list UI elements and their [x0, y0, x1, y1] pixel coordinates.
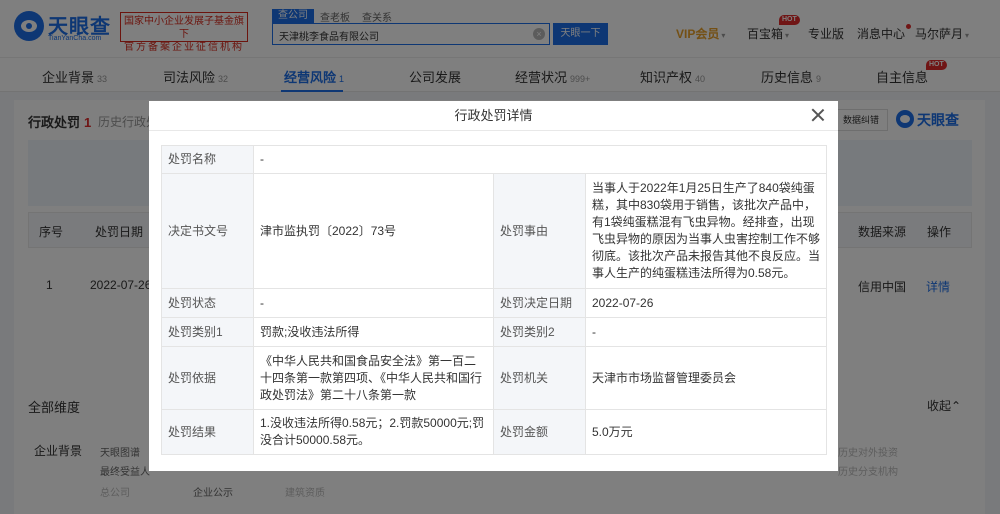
penalty-detail-modal: 行政处罚详情 处罚名称 - 决定书文号 津市监执罚〔2022〕73号 处罚事由 …: [149, 101, 838, 471]
field-label: 处罚决定日期: [493, 288, 586, 318]
modal-title: 行政处罚详情: [149, 101, 838, 131]
detail-row: 处罚结果 1.没收违法所得0.58元；2.罚款50000元;罚没合计50000.…: [161, 409, 828, 455]
detail-row: 处罚依据 《中华人民共和国食品安全法》第一百二十四条第一款第四项、《中华人民共和…: [161, 346, 828, 410]
field-value: 天津市市场监督管理委员会: [584, 346, 828, 410]
close-icon[interactable]: [810, 107, 826, 123]
field-value: 津市监执罚〔2022〕73号: [253, 173, 494, 289]
field-value: -: [252, 145, 828, 174]
field-value: 当事人于2022年1月25日生产了840袋纯蛋糕，其中830袋用于销售，该批次产…: [584, 173, 828, 289]
penalty-detail-table: 处罚名称 - 决定书文号 津市监执罚〔2022〕73号 处罚事由 当事人于202…: [161, 145, 828, 455]
field-label: 处罚状态: [161, 288, 254, 318]
field-label: 处罚类别1: [161, 317, 254, 347]
field-value: -: [253, 288, 494, 318]
field-value: 《中华人民共和国食品安全法》第一百二十四条第一款第四项、《中华人民共和国行政处罚…: [253, 346, 494, 410]
field-label: 决定书文号: [161, 173, 254, 289]
field-label: 处罚依据: [161, 346, 254, 410]
detail-row: 处罚类别1 罚款;没收违法所得 处罚类别2 -: [161, 317, 828, 347]
detail-row: 处罚名称 -: [161, 145, 828, 174]
field-label: 处罚金额: [493, 409, 586, 455]
field-label: 处罚事由: [493, 173, 586, 289]
field-label: 处罚名称: [161, 145, 254, 174]
field-value: 2022-07-26: [584, 288, 828, 318]
field-label: 处罚结果: [161, 409, 254, 455]
field-value: 5.0万元: [584, 409, 828, 455]
field-value: 罚款;没收违法所得: [253, 317, 494, 347]
field-label: 处罚类别2: [493, 317, 586, 347]
detail-row: 处罚状态 - 处罚决定日期 2022-07-26: [161, 288, 828, 318]
field-value: -: [584, 317, 828, 347]
field-label: 处罚机关: [493, 346, 586, 410]
detail-row: 决定书文号 津市监执罚〔2022〕73号 处罚事由 当事人于2022年1月25日…: [161, 173, 828, 289]
field-value: 1.没收违法所得0.58元；2.罚款50000元;罚没合计50000.58元。: [253, 409, 494, 455]
